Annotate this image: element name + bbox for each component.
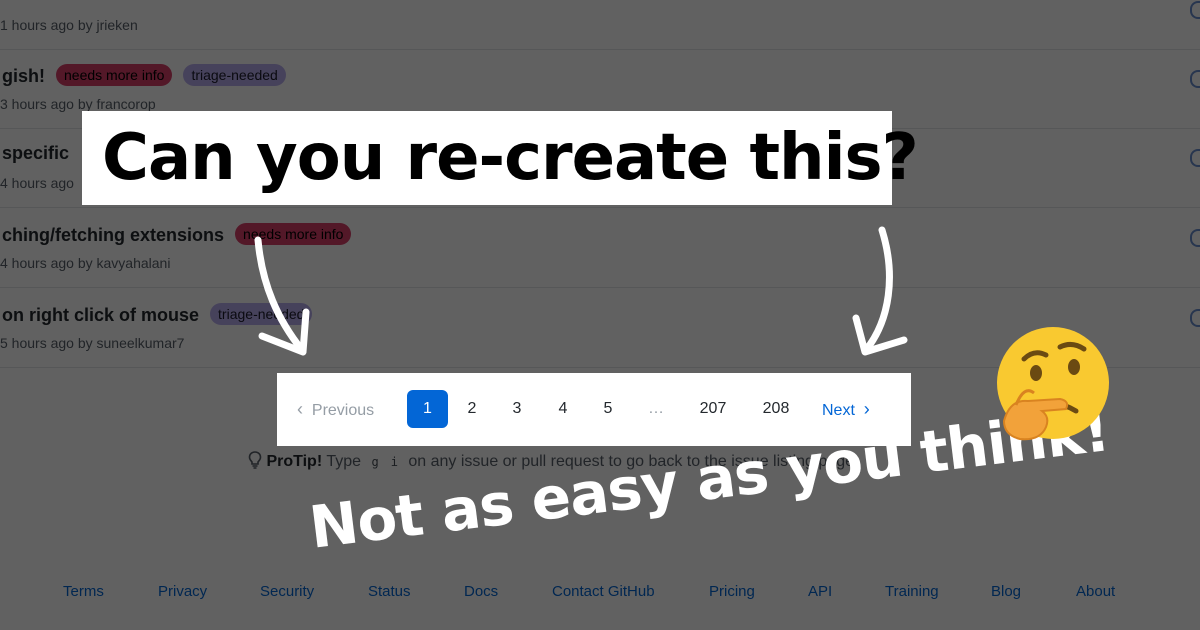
thinking-face-icon (997, 327, 1109, 441)
arrow-right-icon (852, 226, 908, 356)
arrows (254, 226, 908, 356)
arrow-left-icon (254, 236, 310, 356)
